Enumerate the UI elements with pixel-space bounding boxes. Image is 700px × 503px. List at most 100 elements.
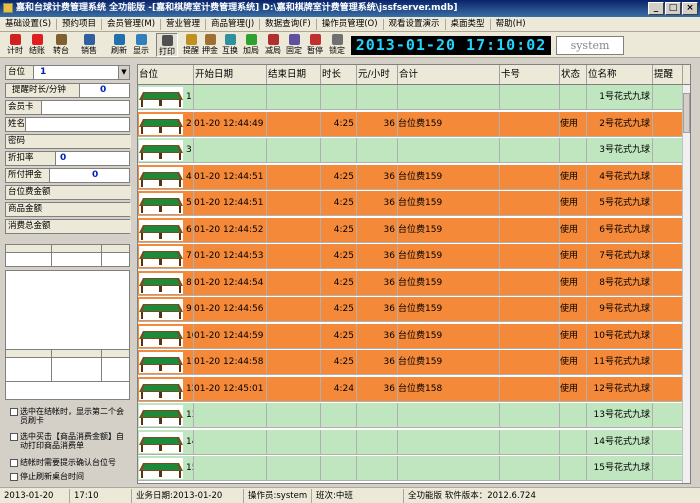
table-row[interactable]: 6 01-20 12:44:52 4:25 36 台位费159 使用 6号花式九球 [138,217,683,243]
toolbar-button-5[interactable]: 显示 [130,33,152,57]
stop-refresh-checkbox[interactable]: 停止刷新桌台时间 [10,472,128,481]
table-cell-start: 01-20 12:44:51 [194,191,267,216]
checkbox-icon[interactable] [10,433,18,441]
table-cell-status: 使用 [560,270,587,296]
table-row[interactable]: 9 01-20 12:44:56 4:25 36 台位费159 使用 9号花式九球 [138,297,683,322]
toolbar-button-9[interactable]: 互换 [219,33,241,57]
table-cell-remind [653,191,683,216]
table-row[interactable]: 8 01-20 12:44:54 4:25 36 台位费159 使用 8号花式九球 [138,270,683,296]
table-number: 8 [186,277,192,288]
table-cell-end [267,244,321,269]
discount-field[interactable]: 折扣率 0 [5,151,130,166]
toolbar-label: 暂停 [307,46,323,55]
vertical-scrollbar[interactable] [682,85,690,483]
menu-item[interactable]: 基础设置(S) [0,17,56,31]
transfer-icon [55,34,67,45]
table-row[interactable]: 2 01-20 12:44:49 4:25 36 台位费159 使用 2号花式九球 [138,111,683,137]
table-row[interactable]: 1001-20 12:44:59 4:2536台位费159 使用10号花式九球 [138,323,683,349]
table-row[interactable]: 14 14号花式九球 [138,429,683,455]
column-header[interactable]: 元/小时 [357,65,398,84]
table-cell-start [194,85,267,110]
table-row[interactable]: 1201-20 12:45:01 4:2436台位费158 使用12号花式九球 [138,376,683,402]
toolbar-button-0[interactable]: 计时 [4,33,26,57]
confirm-table-checkbox[interactable]: 结帐时需要提示确认台位号 [10,458,128,467]
table-row[interactable]: 4 01-20 12:44:51 4:25 36 台位费159 使用 4号花式九球 [138,164,683,190]
billiard-table-icon [139,140,183,161]
toolbar-button-10[interactable]: 加局 [240,33,262,57]
remind-duration-field[interactable]: 提醒时长/分钟 0 [5,83,130,98]
status-shift: 班次:中班 [312,489,404,503]
menu-item[interactable]: 营业管理 [161,17,205,31]
table-cell-duration [321,138,357,163]
toolbar-button-2[interactable]: 转台 [50,33,72,57]
table-row[interactable]: 1 1号花式九球 [138,85,683,110]
menu-item[interactable]: 操作员管理(O) [317,17,383,31]
table-cell-start: 01-20 12:44:49 [194,111,267,137]
table-row[interactable]: 3 3号花式九球 [138,138,683,163]
checkbox-icon[interactable] [10,408,18,416]
menu-item[interactable]: 数据查询(F) [260,17,316,31]
toolbar-button-8[interactable]: 押金 [199,33,221,57]
minimize-button[interactable]: _ [648,2,664,15]
maximize-button[interactable]: □ [665,2,681,15]
toolbar-button-11[interactable]: 减局 [262,33,284,57]
auto-print-checkbox[interactable]: 选中买击【商品消费金额】自动打印商品消费单 [10,432,128,450]
table-cell-rate: 36 [357,164,398,190]
name-field[interactable]: 姓名 [5,117,130,132]
table-row[interactable]: 15 15号花式九球 [138,456,683,481]
table-row[interactable]: 5 01-20 12:44:51 4:25 36 台位费159 使用 5号花式九球 [138,191,683,216]
toolbar-button-14[interactable]: 锁定 [326,33,348,57]
toolbar-label: 刷新 [111,46,127,55]
menu-item[interactable]: 预约项目 [57,17,101,31]
menu-item[interactable]: 会员管理(M) [102,17,160,31]
table-cell-card [500,297,560,322]
menu-item[interactable]: 桌面类型 [446,17,490,31]
toolbar-button-6[interactable]: 打印 [156,33,178,57]
column-header[interactable]: 合计 [398,65,500,84]
checkbox-icon[interactable] [10,473,18,481]
column-header[interactable]: 结束日期 [267,65,321,84]
chevron-down-icon[interactable]: ▼ [118,66,129,79]
menu-item[interactable]: 商品管理(J) [206,17,259,31]
swap-icon [224,34,236,45]
table-row[interactable]: 7 01-20 12:44:53 4:25 36 台位费159 使用 7号花式九球 [138,244,683,269]
pin-icon [288,34,300,45]
toolbar-button-13[interactable]: 暂停 [304,33,326,57]
scroll-thumb[interactable] [683,93,690,133]
password-field[interactable]: 密码 [5,134,131,149]
checkbox-icon[interactable] [10,459,18,467]
menu-item[interactable]: 帮助(H) [491,17,531,31]
column-header[interactable]: 提醒 [653,65,683,84]
table-cell-remind [653,297,683,322]
table-row[interactable]: 1101-20 12:44:58 4:2536台位费159 使用11号花式九球 [138,350,683,375]
table-select[interactable]: 台位 1 ▼ [5,65,130,80]
column-header[interactable]: 开始日期 [194,65,267,84]
checkbox-label: 停止刷新桌台时间 [20,472,84,481]
member-card-field[interactable]: 会员卡 [5,100,130,115]
table-cell-remind [653,244,683,269]
checkbox-label: 选中买击【商品消费金额】自动打印商品消费单 [20,432,124,450]
table-cell-remind [653,217,683,243]
deposit-field[interactable]: 所付押金 0 [5,168,130,183]
bell-icon [185,34,197,45]
column-header[interactable]: 位名称 [587,65,653,84]
column-header[interactable]: 时长 [321,65,357,84]
toolbar-button-12[interactable]: 固定 [283,33,305,57]
menu-bar: 基础设置(S) 预约项目 会员管理(M) 营业管理 商品管理(J) 数据查询(F) 操作员管… [0,17,700,32]
table-cell-status: 使用 [560,191,587,216]
menu-item[interactable]: 观看设置演示 [384,17,445,31]
toolbar-button-4[interactable]: 刷新 [108,33,130,57]
toolbar-button-1[interactable]: 结账 [26,33,48,57]
toolbar-button-3[interactable]: 销售 [78,33,100,57]
column-header[interactable]: 台位 [138,65,194,84]
second-member-card-checkbox[interactable]: 选中在结帐时，显示第二个会员刷卡 [10,407,128,425]
column-header[interactable]: 卡号 [500,65,560,84]
table-row[interactable]: 13 13号花式九球 [138,403,683,428]
close-button[interactable]: × [682,2,698,15]
column-header[interactable]: 状态 [560,65,587,84]
table-cell-rate: 36 [357,350,398,375]
table-cell-rate: 36 [357,217,398,243]
check-icon [9,34,21,45]
table-cell-duration: 4:25 [321,217,357,243]
toolbar-label: 计时 [7,46,23,55]
